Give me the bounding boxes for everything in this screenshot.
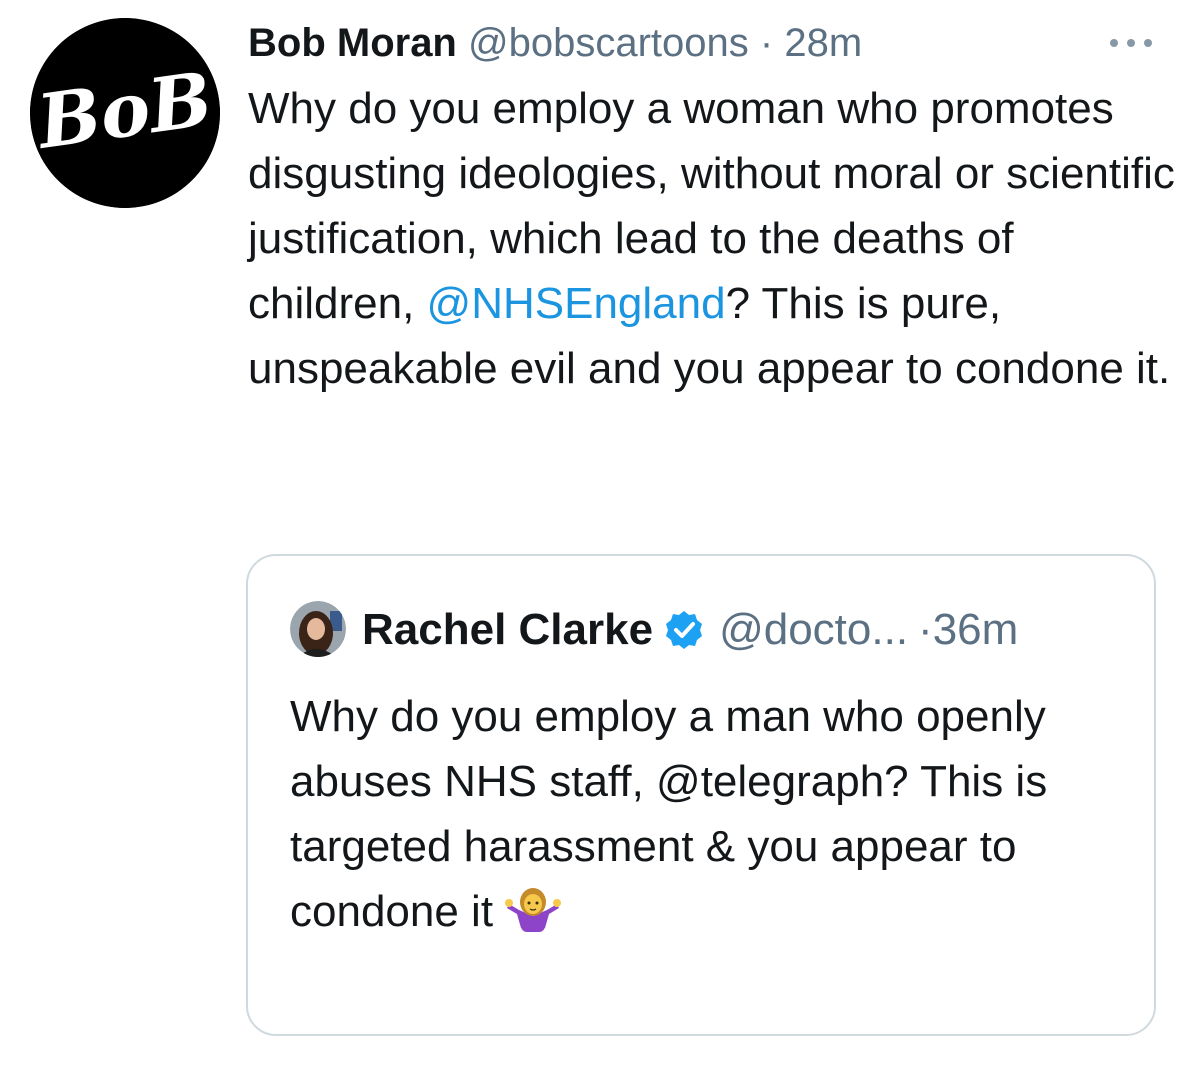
author-handle[interactable]: @bobscartoons bbox=[468, 21, 749, 65]
quote-separator: · bbox=[918, 605, 933, 654]
author-name[interactable]: Bob Moran bbox=[248, 21, 457, 65]
more-dot bbox=[1144, 39, 1152, 47]
quote-timestamp[interactable]: 36m bbox=[933, 603, 1019, 657]
quote-author-avatar[interactable] bbox=[290, 601, 346, 657]
quote-author-handle[interactable]: @docto... bbox=[719, 603, 908, 657]
tweet-text: Why do you employ a woman who promotes d… bbox=[248, 76, 1178, 401]
quote-header: Rachel Clarke @docto... · 36m bbox=[362, 603, 1018, 657]
tweet-header: Bob Moran @bobscartoons · 28m bbox=[248, 18, 1148, 68]
quote-text-content: Why do you employ a man who openly abuse… bbox=[290, 692, 1048, 936]
quote-text: Why do you employ a man who openly abuse… bbox=[290, 684, 1120, 944]
verified-badge-icon bbox=[663, 609, 705, 651]
person-shrugging-emoji-icon bbox=[505, 884, 562, 934]
tweet[interactable]: BoB Bob Moran @bobscartoons · 28m Why do… bbox=[0, 0, 1200, 1066]
more-dot bbox=[1110, 39, 1118, 47]
profile-photo-icon bbox=[290, 601, 346, 657]
more-options-icon[interactable] bbox=[1108, 18, 1154, 68]
mention-link[interactable]: @NHSEngland bbox=[427, 279, 726, 328]
quoted-tweet[interactable]: Rachel Clarke @docto... · 36m Why do you… bbox=[246, 554, 1156, 1036]
more-dot bbox=[1127, 39, 1135, 47]
quote-author-name[interactable]: Rachel Clarke bbox=[362, 603, 653, 657]
author-avatar[interactable]: BoB bbox=[30, 18, 220, 208]
bob-logo-icon: BoB bbox=[30, 18, 220, 208]
tweet-timestamp[interactable]: 28m bbox=[784, 21, 862, 65]
header-separator: · bbox=[759, 21, 774, 65]
